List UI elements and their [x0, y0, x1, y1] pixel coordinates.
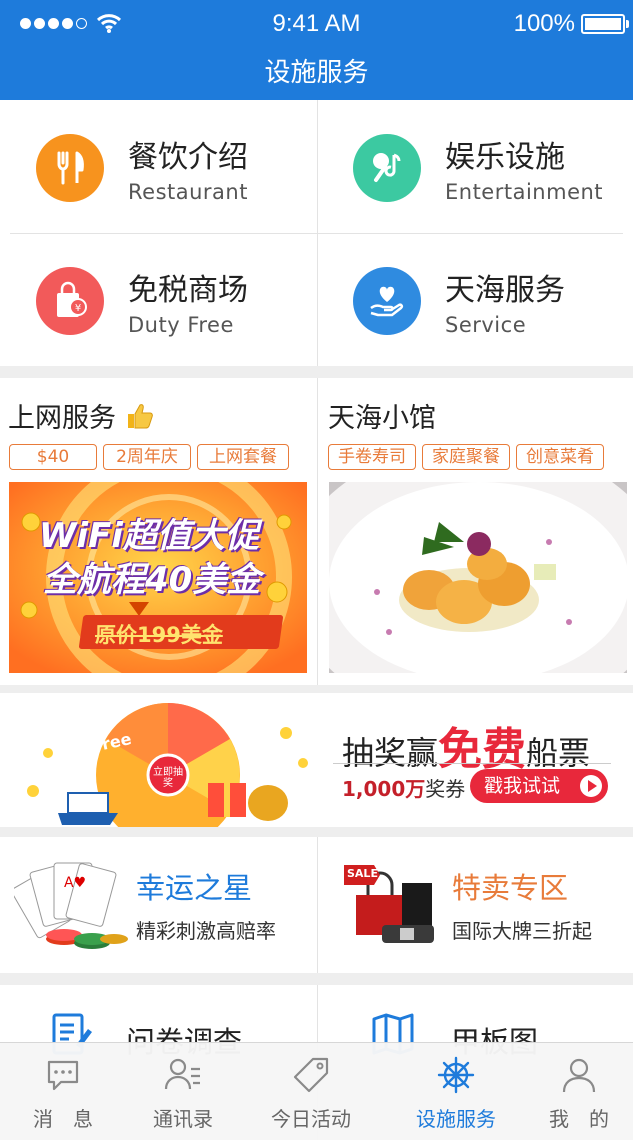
promo-row: A♥ 幸运之星 精彩刺激高赔率 SALE 特卖专区 国际大牌三折起 [0, 837, 633, 973]
tab-bar: 消 息 通讯录 今日活动 设施服务 我 的 [0, 1042, 633, 1140]
feature-cards: 上网服务 $40 2周年庆 上网套餐 WiFi超值大促 全航程40美金 原价19… [0, 378, 633, 685]
service-title: 娱乐设施 [445, 140, 565, 175]
svg-text:A♥: A♥ [64, 875, 86, 891]
promo-title: 幸运之星 [136, 871, 253, 905]
prize-wheel-illustration [27, 703, 308, 827]
tab-profile[interactable]: 我 的 [516, 1043, 633, 1140]
page-title: 设施服务 [264, 58, 369, 88]
status-bar: 9:41 AM 100% [0, 8, 633, 40]
lottery-banner[interactable]: Free 立即抽奖 抽奖赢免费船票 1,000万奖券 戳我试试 [0, 693, 633, 827]
fork-knife-icon [36, 134, 104, 202]
promo-special-sale[interactable]: SALE 特卖专区 国际大牌三折起 [318, 837, 633, 973]
helm-icon [437, 1056, 475, 1094]
play-icon [580, 775, 602, 797]
tag[interactable]: 上网套餐 [197, 444, 289, 470]
playing-cards-icon: A♥ [14, 862, 128, 949]
tag[interactable]: 2周年庆 [103, 444, 191, 470]
service-subtitle: Entertainment [445, 180, 604, 204]
banner-line-2: 全航程40美金 [43, 560, 261, 600]
message-icon [47, 1060, 79, 1091]
card-internet[interactable]: 上网服务 $40 2周年庆 上网套餐 WiFi超值大促 全航程40美金 原价19… [0, 378, 317, 685]
thumbs-up-icon [127, 404, 153, 429]
header: 9:41 AM 100% 设施服务 [0, 0, 633, 100]
sale-badge: SALE [347, 867, 378, 880]
heart-hand-icon [353, 267, 421, 335]
wifi-promo-banner[interactable]: WiFi超值大促 全航程40美金 原价199美金 [9, 482, 307, 673]
tab-today-events[interactable]: 今日活动 [248, 1043, 374, 1140]
service-duty-free[interactable]: ¥ 免税商场 Duty Free [0, 233, 316, 366]
service-entertainment[interactable]: 娱乐设施 Entertainment [317, 100, 633, 233]
lottery-subtitle: 1,000万奖券 [342, 777, 466, 801]
tag[interactable]: 家庭聚餐 [422, 444, 510, 470]
lottery-title: 抽奖赢免费船票 [342, 724, 591, 775]
service-restaurant[interactable]: 餐饮介绍 Restaurant [0, 100, 316, 233]
shopping-bag-icon: ¥ [36, 267, 104, 335]
microphone-icon [353, 134, 421, 202]
service-subtitle: Restaurant [128, 180, 248, 204]
promo-lucky-star[interactable]: A♥ 幸运之星 精彩刺激高赔率 [0, 837, 317, 973]
tab-messages[interactable]: 消 息 [0, 1043, 126, 1140]
service-tianhai[interactable]: 天海服务 Service [317, 233, 633, 366]
svg-text:¥: ¥ [75, 303, 81, 314]
tab-label: 设施服务 [416, 1107, 496, 1131]
tag-list: $40 2周年庆 上网套餐 [9, 444, 289, 470]
tab-label: 我 的 [549, 1107, 609, 1131]
service-grid: 餐饮介绍 Restaurant 娱乐设施 Entertainment ¥ 免税商… [0, 100, 633, 366]
service-title: 天海服务 [445, 273, 565, 308]
promo-subtitle: 精彩刺激高赔率 [136, 919, 276, 943]
wheel-center-label: 立即抽奖 [153, 767, 183, 789]
service-subtitle: Duty Free [128, 313, 234, 337]
battery-icon [581, 14, 629, 34]
tag[interactable]: 手卷寿司 [328, 444, 416, 470]
tab-label: 今日活动 [271, 1107, 351, 1131]
tab-contacts[interactable]: 通讯录 [120, 1043, 246, 1140]
banner-original-price: 原价199美金 [95, 623, 223, 647]
battery-percent: 100% [513, 10, 575, 37]
service-title: 餐饮介绍 [128, 140, 248, 175]
banner-line-1: WiFi超值大促 [39, 516, 260, 556]
tag-list: 手卷寿司 家庭聚餐 创意菜肴 [328, 444, 604, 470]
tab-label: 通讯录 [153, 1107, 213, 1131]
tag-icon [293, 1057, 329, 1093]
person-icon [562, 1058, 596, 1093]
card-title: 上网服务 [8, 396, 155, 435]
tab-label: 消 息 [33, 1107, 93, 1131]
card-title: 天海小馆 [328, 403, 436, 434]
service-title: 免税商场 [128, 273, 248, 308]
food-photo[interactable] [329, 482, 627, 673]
service-subtitle: Service [445, 313, 527, 337]
tab-facility-services[interactable]: 设施服务 [393, 1043, 519, 1140]
tag[interactable]: $40 [9, 444, 97, 470]
promo-title: 特卖专区 [452, 871, 569, 905]
tag[interactable]: 创意菜肴 [516, 444, 604, 470]
try-now-button[interactable]: 戳我试试 [470, 769, 608, 803]
promo-subtitle: 国际大牌三折起 [452, 919, 592, 943]
contacts-icon [164, 1058, 200, 1090]
card-bistro[interactable]: 天海小馆 手卷寿司 家庭聚餐 创意菜肴 [318, 378, 633, 685]
